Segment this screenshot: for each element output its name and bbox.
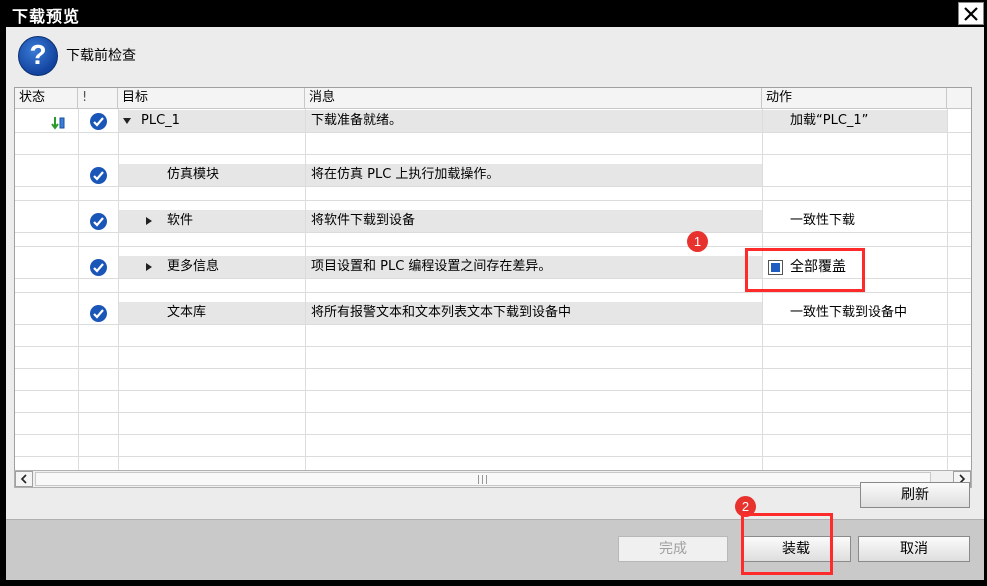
col-header-filler xyxy=(947,88,971,109)
col-header-action[interactable]: 动作 xyxy=(762,88,947,109)
row-message-textlib: 将所有报警文本和文本列表文本下载到设备中 xyxy=(311,305,572,320)
row-target-moreinfo: 更多信息 xyxy=(167,259,220,274)
scroll-left-button[interactable] xyxy=(15,471,33,487)
row-message-plc1: 下载准备就绪。 xyxy=(311,113,403,128)
check-ok-icon xyxy=(90,259,107,276)
download-status-icon xyxy=(51,117,65,130)
check-ok-icon xyxy=(90,213,107,230)
dialog-content: ? 下载前检查 状态 ! 目标 消息 动作 PLC_1 下载准备就绪。 加载“P… xyxy=(6,27,984,580)
col-header-warning[interactable]: ! xyxy=(78,88,118,109)
check-ok-icon xyxy=(90,305,107,322)
row-target-textlib: 文本库 xyxy=(167,305,207,320)
title-bar: 下载预览 xyxy=(0,0,987,27)
check-ok-icon xyxy=(90,113,107,130)
col-header-target[interactable]: 目标 xyxy=(118,88,305,109)
refresh-button[interactable]: 刷新 xyxy=(860,482,970,508)
col-header-status[interactable]: 状态 xyxy=(15,88,78,109)
collapse-arrow-icon[interactable] xyxy=(123,118,131,124)
row-message-software: 将软件下载到设备 xyxy=(311,213,416,228)
chevron-left-icon xyxy=(20,474,27,484)
annotation-badge-1: 1 xyxy=(687,231,708,252)
highlight-load-button xyxy=(741,513,833,575)
row-target-plc1: PLC_1 xyxy=(141,113,180,128)
download-preview-dialog: 下载预览 ? 下载前检查 状态 ! 目标 消息 动作 PLC_1 下载准备就绪。… xyxy=(0,0,987,586)
col-header-message[interactable]: 消息 xyxy=(305,88,762,109)
highlight-overwrite-all xyxy=(745,248,865,292)
row-action-software[interactable]: 一致性下载 xyxy=(790,210,855,232)
row-target-software: 软件 xyxy=(167,213,194,228)
finish-button[interactable]: 完成 xyxy=(618,536,728,562)
row-message-moreinfo: 项目设置和 PLC 编程设置之间存在差异。 xyxy=(311,259,552,274)
header-label: 下载前检查 xyxy=(66,48,136,64)
close-icon xyxy=(964,7,978,21)
row-action-plc1: 加载“PLC_1” xyxy=(790,113,869,128)
cancel-button[interactable]: 取消 xyxy=(858,536,970,562)
expand-arrow-icon[interactable] xyxy=(146,263,152,271)
row-message-sim: 将在仿真 PLC 上执行加载操作。 xyxy=(311,167,500,182)
question-icon: ? xyxy=(18,36,58,76)
horizontal-scrollbar[interactable]: ||| xyxy=(14,470,972,488)
scrollbar-thumb[interactable]: ||| xyxy=(35,472,931,486)
close-button[interactable] xyxy=(958,2,984,25)
check-ok-icon xyxy=(90,167,107,184)
window-title: 下载预览 xyxy=(12,7,81,26)
row-action-textlib[interactable]: 一致性下载到设备中 xyxy=(790,302,907,324)
expand-arrow-icon[interactable] xyxy=(146,217,152,225)
grip-icon: ||| xyxy=(477,475,490,485)
row-target-sim: 仿真模块 xyxy=(167,167,220,182)
